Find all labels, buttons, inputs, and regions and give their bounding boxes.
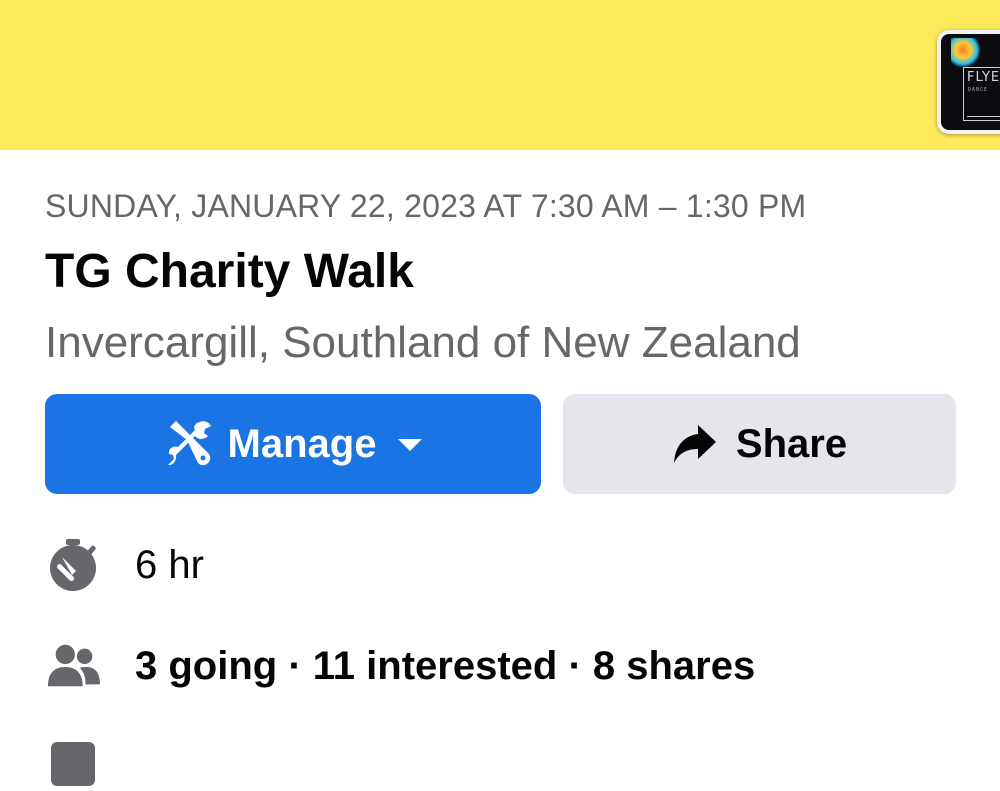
stopwatch-icon: [45, 537, 101, 593]
event-title: TG Charity Walk: [45, 245, 414, 298]
event-date-time: SUNDAY, JANUARY 22, 2023 AT 7:30 AM – 1:…: [45, 188, 807, 224]
share-arrow-icon: [672, 423, 718, 465]
logo-paint-splash: [951, 38, 981, 68]
manage-button[interactable]: Manage: [45, 394, 541, 494]
logo-text: FLYE: [967, 70, 1000, 85]
logo-subtext: DANCE: [968, 87, 989, 93]
logo-underline: [967, 116, 1000, 117]
people-icon: [45, 638, 101, 694]
tools-icon: [164, 419, 214, 469]
partial-detail-row: [45, 735, 135, 791]
event-location[interactable]: Invercargill, Southland of New Zealand: [45, 318, 801, 368]
calendar-icon: [45, 735, 101, 791]
event-cover-photo[interactable]: [0, 0, 1000, 150]
duration-text: 6 hr: [135, 542, 204, 587]
share-button[interactable]: Share: [563, 394, 956, 494]
duration-row: 6 hr: [45, 537, 204, 593]
attendance-row[interactable]: 3 going · 11 interested · 8 shares: [45, 638, 755, 694]
host-logo[interactable]: FLYE DANCE: [937, 30, 1000, 134]
chevron-down-icon: [398, 439, 423, 451]
share-label: Share: [735, 421, 848, 466]
manage-label: Manage: [227, 421, 377, 466]
attendance-text: 3 going · 11 interested · 8 shares: [135, 643, 756, 688]
